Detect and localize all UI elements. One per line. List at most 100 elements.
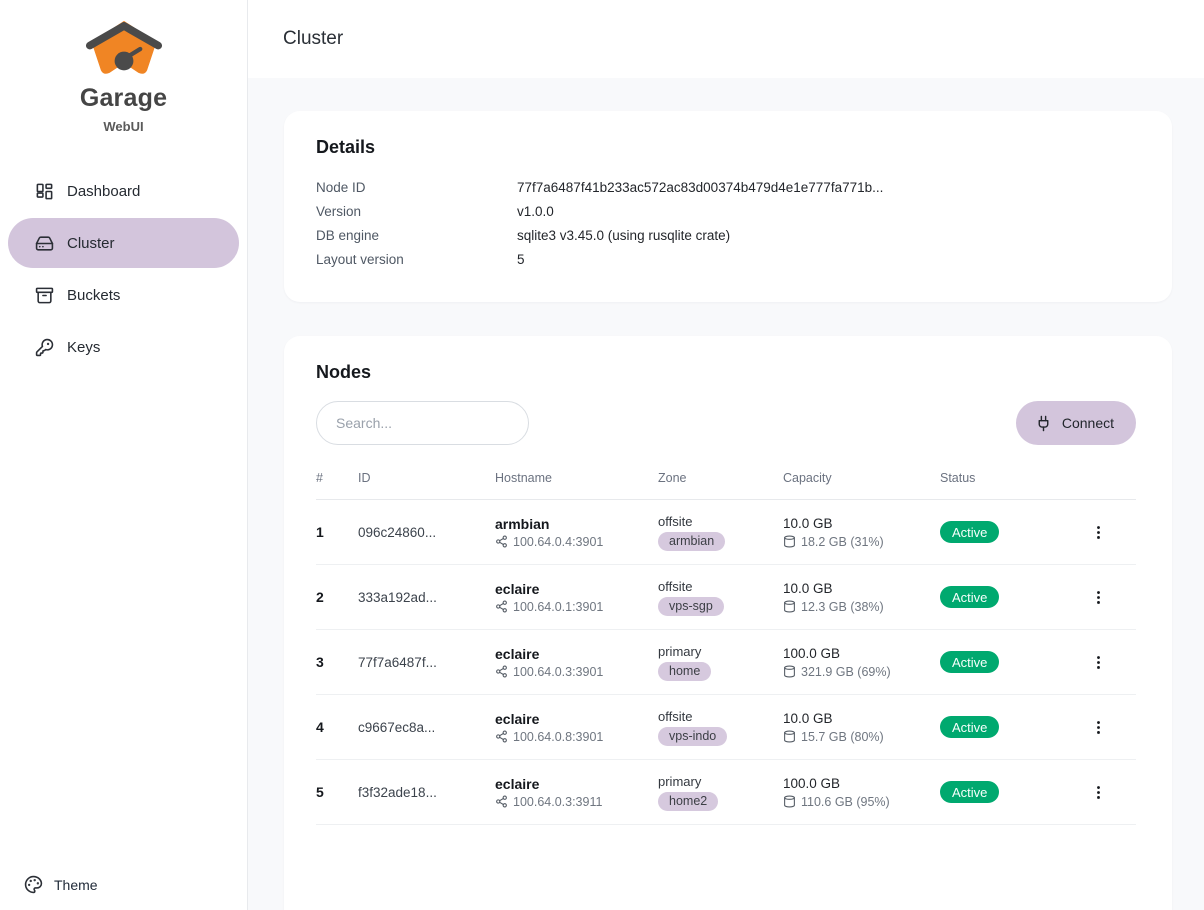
node-address: 100.64.0.3:3901 <box>513 665 603 679</box>
node-zone-cell: primary home2 <box>658 774 783 811</box>
detail-row: Node ID 77f7a6487f41b233ac572ac83d00374b… <box>316 176 1136 200</box>
row-menu-button[interactable] <box>1084 648 1113 677</box>
node-zone: primary <box>658 774 783 789</box>
detail-row: DB engine sqlite3 v3.45.0 (using rusqlit… <box>316 224 1136 248</box>
node-id: 096c24860... <box>358 525 495 540</box>
node-zone: offsite <box>658 709 783 724</box>
detail-row: Version v1.0.0 <box>316 200 1136 224</box>
node-capacity: 10.0 GB <box>783 711 940 726</box>
ellipsis-vertical-icon <box>1090 719 1107 736</box>
zone-tag-badge: armbian <box>658 532 725 551</box>
node-address-row: 100.64.0.4:3901 <box>495 535 658 549</box>
garage-logo-icon <box>83 16 165 82</box>
logo-block: Garage WebUI <box>0 0 247 134</box>
status-badge: Active <box>940 521 999 543</box>
node-index: 4 <box>316 719 358 735</box>
connect-button[interactable]: Connect <box>1016 401 1136 445</box>
sidebar-item-cluster[interactable]: Cluster <box>8 218 239 268</box>
node-capacity-cell: 10.0 GB 15.7 GB (80%) <box>783 711 940 744</box>
sidebar-item-dashboard[interactable]: Dashboard <box>8 166 239 216</box>
row-menu-button[interactable] <box>1084 583 1113 612</box>
node-zone: offsite <box>658 514 783 529</box>
node-usage-row: 110.6 GB (95%) <box>783 795 940 809</box>
zone-tag-badge: home2 <box>658 792 718 811</box>
node-address-row: 100.64.0.8:3901 <box>495 730 658 744</box>
node-address-row: 100.64.0.3:3911 <box>495 795 658 809</box>
detail-label: Node ID <box>316 176 517 200</box>
row-menu-button[interactable] <box>1084 778 1113 807</box>
sidebar-nav: Dashboard Cluster Buckets Keys <box>0 166 247 374</box>
sidebar-item-label: Cluster <box>67 235 115 252</box>
search-input[interactable] <box>316 401 529 445</box>
node-capacity-cell: 100.0 GB 321.9 GB (69%) <box>783 646 940 679</box>
sidebar-item-label: Keys <box>67 339 100 356</box>
status-badge: Active <box>940 651 999 673</box>
ellipsis-vertical-icon <box>1090 784 1107 801</box>
share-icon <box>495 600 508 613</box>
app-subtitle: WebUI <box>0 119 247 134</box>
page-title: Cluster <box>283 28 343 50</box>
zone-tag-badge: vps-indo <box>658 727 727 746</box>
plug-icon <box>1035 415 1052 432</box>
database-icon <box>783 665 796 678</box>
detail-value: 5 <box>517 248 525 272</box>
node-index: 3 <box>316 654 358 670</box>
row-menu-button[interactable] <box>1084 518 1113 547</box>
node-capacity: 100.0 GB <box>783 646 940 661</box>
node-hostname: eclaire <box>495 646 658 662</box>
zone-tag-badge: vps-sgp <box>658 597 724 616</box>
database-icon <box>783 730 796 743</box>
connect-button-label: Connect <box>1062 415 1114 431</box>
node-id: f3f32ade18... <box>358 785 495 800</box>
sidebar: Garage WebUI Dashboard Cluster Buckets K… <box>0 0 248 910</box>
ellipsis-vertical-icon <box>1090 654 1107 671</box>
node-capacity-cell: 10.0 GB 12.3 GB (38%) <box>783 581 940 614</box>
node-address: 100.64.0.1:3901 <box>513 600 603 614</box>
status-badge: Active <box>940 586 999 608</box>
key-icon <box>35 338 54 357</box>
detail-label: Layout version <box>316 248 517 272</box>
node-status-cell: Active <box>940 716 1070 738</box>
nodes-card: Nodes Connect # ID Hostname Zone Capacit… <box>284 336 1172 910</box>
share-icon <box>495 795 508 808</box>
col-id: ID <box>358 471 495 485</box>
detail-value: 77f7a6487f41b233ac572ac83d00374b479d4e1e… <box>517 176 883 200</box>
node-hostname: eclaire <box>495 776 658 792</box>
share-icon <box>495 730 508 743</box>
detail-label: Version <box>316 200 517 224</box>
node-index: 1 <box>316 524 358 540</box>
hard-drive-icon <box>35 234 54 253</box>
node-hostname: eclaire <box>495 581 658 597</box>
details-title: Details <box>316 137 1136 158</box>
node-host-cell: eclaire 100.64.0.1:3901 <box>495 581 658 614</box>
sidebar-item-buckets[interactable]: Buckets <box>8 270 239 320</box>
share-icon <box>495 535 508 548</box>
theme-button-label: Theme <box>54 877 98 893</box>
col-capacity: Capacity <box>783 471 940 485</box>
node-actions-cell <box>1070 648 1136 677</box>
app-name: Garage <box>0 84 247 113</box>
theme-button[interactable]: Theme <box>24 875 98 894</box>
node-index: 2 <box>316 589 358 605</box>
node-usage: 15.7 GB (80%) <box>801 730 884 744</box>
node-usage-row: 321.9 GB (69%) <box>783 665 940 679</box>
node-actions-cell <box>1070 713 1136 742</box>
node-usage: 12.3 GB (38%) <box>801 600 884 614</box>
table-header: # ID Hostname Zone Capacity Status <box>316 471 1136 500</box>
row-menu-button[interactable] <box>1084 713 1113 742</box>
node-hostname: eclaire <box>495 711 658 727</box>
nodes-title: Nodes <box>316 362 1136 383</box>
details-card: Details Node ID 77f7a6487f41b233ac572ac8… <box>284 111 1172 302</box>
node-zone-cell: offsite vps-indo <box>658 709 783 746</box>
col-hostname: Hostname <box>495 471 658 485</box>
node-status-cell: Active <box>940 781 1070 803</box>
node-status-cell: Active <box>940 586 1070 608</box>
node-capacity: 100.0 GB <box>783 776 940 791</box>
node-status-cell: Active <box>940 651 1070 673</box>
table-row: 1 096c24860... armbian 100.64.0.4:3901 o… <box>316 500 1136 565</box>
node-id: 77f7a6487f... <box>358 655 495 670</box>
node-actions-cell <box>1070 518 1136 547</box>
node-usage-row: 18.2 GB (31%) <box>783 535 940 549</box>
sidebar-item-keys[interactable]: Keys <box>8 322 239 372</box>
node-host-cell: eclaire 100.64.0.3:3911 <box>495 776 658 809</box>
